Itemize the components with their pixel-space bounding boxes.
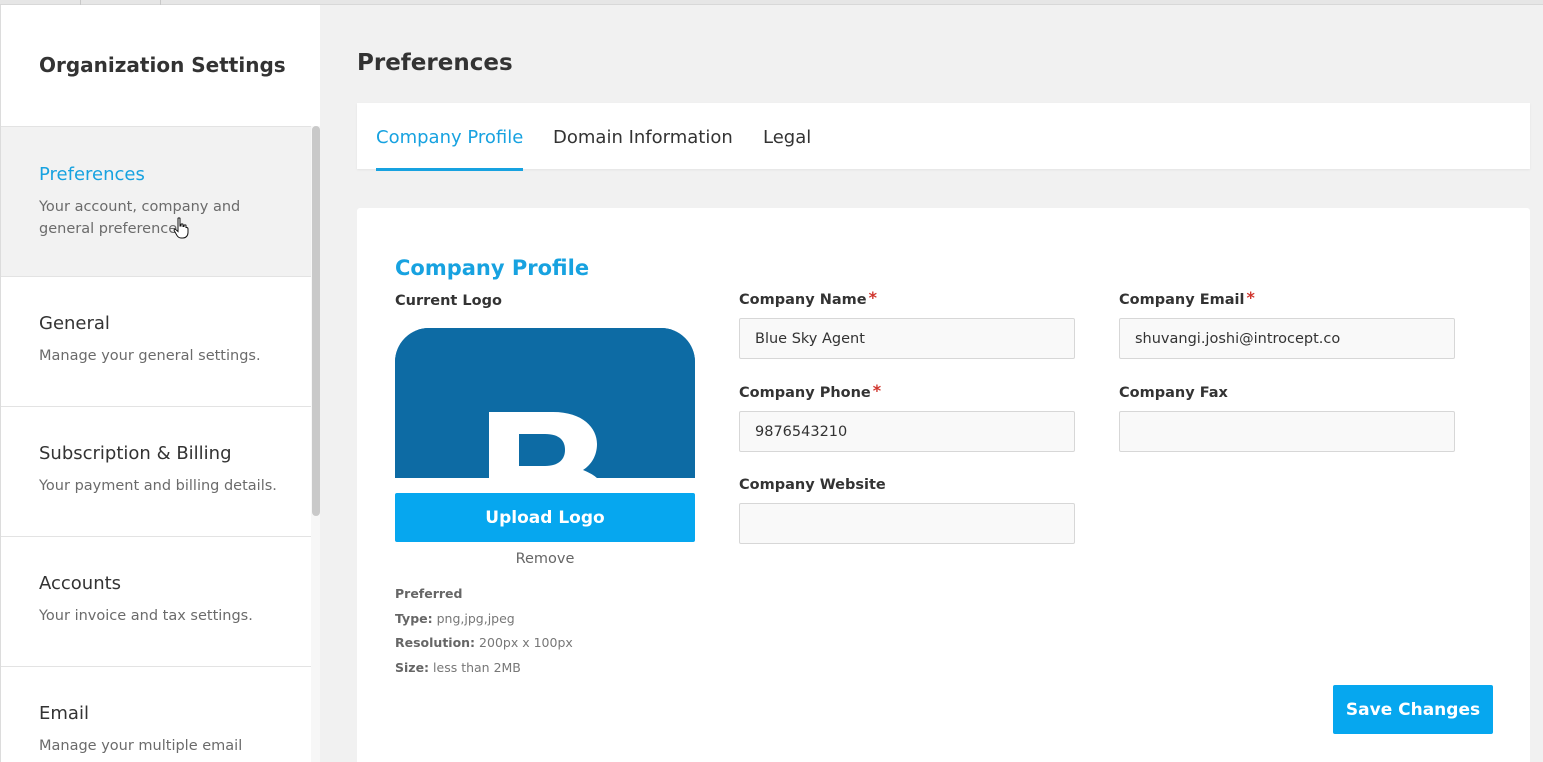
company-email-group: Company Email * [1119, 288, 1455, 359]
sidebar-item-label: General [39, 313, 110, 334]
size-value: less than 2MB [433, 659, 521, 675]
settings-sidebar: Organization Settings Preferences Your a… [0, 5, 320, 762]
preferred-label: Preferred [395, 586, 463, 601]
company-phone-label: Company Phone [739, 385, 871, 401]
company-website-group: Company Website [739, 477, 1075, 544]
sidebar-title: Organization Settings [39, 53, 286, 77]
tab-legal[interactable]: Legal [763, 127, 811, 171]
section-title: Company Profile [395, 256, 590, 280]
type-value: png,jpg,jpeg [436, 610, 515, 626]
company-phone-field[interactable] [739, 411, 1075, 452]
remove-logo-link[interactable]: Remove [395, 551, 695, 567]
logo-letter-b-icon [395, 328, 695, 478]
sidebar-item-label: Preferences [39, 164, 145, 185]
company-name-field[interactable] [739, 318, 1075, 359]
page-title: Preferences [357, 50, 513, 76]
company-name-label: Company Name [739, 292, 867, 308]
resolution-label: Resolution: [395, 635, 476, 650]
tab-company-profile[interactable]: Company Profile [376, 127, 524, 171]
company-fax-field[interactable] [1119, 411, 1455, 452]
tab-domain-information[interactable]: Domain Information [553, 127, 733, 171]
sidebar-nav: Preferences Your account, company and ge… [1, 126, 311, 762]
required-indicator: * [1246, 288, 1255, 307]
company-name-group: Company Name * [739, 288, 1075, 359]
sidebar-item-label: Email [39, 703, 89, 724]
company-email-field[interactable] [1119, 318, 1455, 359]
sidebar-item-label: Accounts [39, 573, 122, 594]
company-website-field[interactable] [739, 503, 1075, 544]
company-email-label: Company Email [1119, 292, 1245, 308]
hand-cursor-icon [173, 217, 189, 239]
sidebar-item-subscription-billing[interactable]: Subscription & Billing Your payment and … [1, 407, 311, 537]
tab-bar: Company Profile Domain Information Legal [357, 103, 1530, 171]
resolution-value: 200px x 100px [479, 635, 573, 650]
sidebar-item-description: Manage your multiple email [39, 738, 243, 754]
logo-preferences: Preferred Type: png,jpg,jpeg Resolution:… [395, 582, 573, 680]
sidebar-item-description: Your account, company and general prefer… [39, 199, 241, 237]
sidebar-item-email[interactable]: Email Manage your multiple email [1, 667, 311, 762]
company-fax-group: Company Fax [1119, 385, 1455, 452]
sidebar-scrollbar-thumb[interactable] [312, 126, 320, 516]
current-logo-label: Current Logo [395, 293, 502, 309]
upload-logo-button[interactable]: Upload Logo [395, 493, 695, 542]
company-fax-label: Company Fax [1119, 385, 1228, 401]
type-label: Type: [395, 610, 433, 626]
required-indicator: * [868, 288, 877, 307]
company-phone-group: Company Phone * [739, 381, 1075, 452]
sidebar-item-general[interactable]: General Manage your general settings. [1, 277, 311, 407]
sidebar-item-description: Manage your general settings. [39, 348, 261, 364]
company-website-label: Company Website [739, 477, 886, 493]
sidebar-item-description: Your invoice and tax settings. [39, 608, 253, 624]
sidebar-item-description: Your payment and billing details. [39, 478, 277, 494]
company-profile-card: Company Profile Current Logo Upload Logo… [357, 208, 1530, 762]
company-logo-image [395, 328, 695, 478]
required-indicator: * [872, 381, 882, 400]
save-changes-button[interactable]: Save Changes [1333, 685, 1493, 734]
size-label: Size: [395, 659, 430, 675]
sidebar-item-preferences[interactable]: Preferences Your account, company and ge… [1, 126, 311, 277]
sidebar-item-accounts[interactable]: Accounts Your invoice and tax settings. [1, 537, 311, 667]
sidebar-item-label: Subscription & Billing [39, 443, 232, 464]
